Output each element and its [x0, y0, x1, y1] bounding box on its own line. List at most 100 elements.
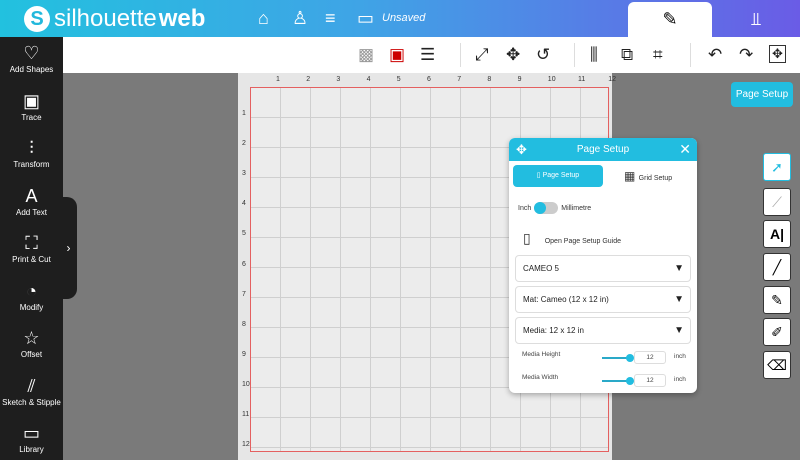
toolbar: ▩ ▣ ☰ ⤢ ✥ ↺ ⫼ ⧉ ⌗ ↶ ↷ ✥: [63, 37, 800, 73]
dialog-header[interactable]: ✥ Page Setup ✕: [509, 138, 697, 161]
sidebar-icon: ⫶: [29, 138, 34, 158]
ruler-top-label: 10: [547, 76, 556, 83]
sidebar-item-add-text[interactable]: A Add Text: [0, 186, 63, 217]
logo[interactable]: Ssilhouette web: [24, 5, 205, 33]
send-tab[interactable]: ⫫: [712, 2, 800, 37]
sidebar-label: Add Shapes: [9, 65, 54, 74]
pen-icon: ✐: [771, 324, 783, 340]
ruler-left-label: 5: [242, 230, 246, 238]
point-edit-tool[interactable]: ⟋: [763, 188, 791, 216]
ruler-top-label: 11: [578, 76, 586, 83]
tab-grid-setup[interactable]: ▦ Grid Setup: [624, 165, 694, 187]
sidebar-icon: ☆: [23, 328, 40, 348]
ruler-left-label: 4: [242, 200, 246, 208]
scale-icon[interactable]: ⤢: [475, 45, 489, 65]
ruler-top-label: 3: [336, 76, 341, 83]
page-setup-button[interactable]: Page Setup: [731, 82, 793, 107]
sidebar-item-trace[interactable]: ▣ Trace: [0, 91, 63, 122]
move-icon[interactable]: ✥: [516, 138, 527, 161]
machine-select[interactable]: CAMEO 5 ▼: [515, 255, 691, 282]
redo-icon[interactable]: ↷: [739, 45, 753, 65]
sidebar-item-sketch-stipple[interactable]: ⫽ Sketch & Stipple: [0, 376, 63, 407]
sidebar-label: Trace: [21, 112, 42, 122]
save-icon[interactable]: ▭: [357, 8, 374, 29]
ruler-left-label: 8: [242, 320, 246, 328]
menu-icon[interactable]: ≡: [325, 8, 336, 29]
ruler-top-label: 9: [517, 76, 522, 83]
sidebar-item-print-cut[interactable]: ⛶ Print & Cut: [0, 233, 63, 264]
eraser-tool[interactable]: ⌫: [763, 351, 791, 379]
user-icon[interactable]: ♙: [292, 8, 308, 29]
ruler-left-label: 12: [242, 441, 250, 449]
pen-tool[interactable]: ✎: [763, 286, 791, 314]
slider-handle[interactable]: [626, 354, 634, 362]
chevron-right-icon: ›: [66, 241, 71, 255]
text-tool[interactable]: A|: [763, 220, 791, 248]
app-header: Ssilhouette web ⌂ ♙ ≡ ▭ Unsaved ✎ ⫫: [0, 0, 800, 37]
dropdown-arrow-icon: ▼: [674, 263, 684, 274]
line-color-icon[interactable]: ▣: [389, 45, 405, 65]
sidebar-label: Library: [19, 445, 44, 454]
sidebar-label: Add Text: [16, 207, 47, 217]
fill-icon[interactable]: ▩: [358, 45, 374, 65]
unit-toggle[interactable]: Inch Millimetre: [518, 202, 591, 214]
media-width-row: Media Width 12 inch: [522, 374, 692, 388]
eraser-icon: ⌫: [767, 357, 787, 373]
sidebar-label: Offset: [20, 350, 43, 359]
unit-switch[interactable]: [534, 202, 559, 214]
ruler-top-label: 1: [276, 76, 280, 83]
freehand-tool[interactable]: ✐: [763, 318, 791, 346]
mat-select[interactable]: Mat: Cameo (12 x 12 in) ▼: [515, 286, 691, 313]
sidebar-icon: ▭: [22, 423, 40, 443]
media-select[interactable]: Media: 12 x 12 in ▼: [515, 317, 691, 344]
group-icon[interactable]: ⌗: [653, 45, 663, 65]
ruler-top-label: 2: [306, 76, 311, 83]
ruler-top-label: 6: [427, 76, 431, 83]
rotate-icon[interactable]: ↺: [536, 45, 550, 65]
close-icon[interactable]: ✕: [679, 138, 691, 161]
home-icon[interactable]: ⌂: [258, 8, 269, 29]
ruler-top-label: 7: [457, 76, 462, 83]
page-setup-dialog: ✥ Page Setup ✕ ▯ Page Setup ▦ Grid Setup I…: [509, 138, 697, 393]
pointer-icon: ➚: [771, 159, 783, 175]
sidebar-icon: A: [25, 185, 38, 206]
pencil-icon: ✎: [771, 292, 783, 308]
sidebar-label: Print & Cut: [12, 255, 51, 264]
tab-page-setup[interactable]: ▯ Page Setup: [513, 165, 603, 187]
line-style-icon[interactable]: ☰: [420, 45, 435, 65]
ruler-left-label: 6: [242, 260, 246, 268]
sidebar-item-library[interactable]: ▭ Library: [0, 423, 63, 454]
ruler-top-label: 4: [366, 76, 371, 83]
sidebar-item-add-shapes[interactable]: ♡ Add Shapes: [0, 43, 63, 74]
page-setup-guide-link[interactable]: ▯ Open Page Setup Guide: [523, 230, 621, 247]
ruler-left-label: 9: [242, 350, 246, 358]
design-tab[interactable]: ✎: [628, 2, 712, 37]
sidebar-item-transform[interactable]: ⫶ Transform: [0, 138, 63, 169]
guide-icon: ▯: [523, 230, 531, 246]
arrange-icon[interactable]: ⧉: [621, 45, 633, 65]
slider-handle[interactable]: [626, 377, 634, 385]
ruler-top-label: 5: [396, 76, 401, 83]
line-tool[interactable]: ╱: [763, 253, 791, 281]
ruler-top-label: 12: [608, 76, 616, 83]
media-width-input[interactable]: 12: [634, 374, 666, 387]
select-tool[interactable]: ➚: [763, 153, 791, 181]
sidebar-icon: ⛶: [25, 233, 38, 253]
align-icon[interactable]: ⫼: [590, 45, 598, 65]
ruler-left-label: 7: [242, 290, 246, 298]
media-height-input[interactable]: 12: [634, 351, 666, 364]
sidebar-icon: ▣: [22, 90, 40, 111]
media-height-row: Media Height 12 inch: [522, 351, 692, 365]
sidebar-item-modify[interactable]: ◔ Modify: [0, 281, 63, 312]
sidebar-icon: ◔: [26, 280, 37, 301]
node-edit-icon: ⟋: [772, 194, 782, 210]
sidebar: ♡ Add Shapes ▣ Trace ⫶ Transform A Add Text ⛶ Pri…: [0, 37, 63, 460]
sidebar-item-offset[interactable]: ☆ Offset: [0, 328, 63, 359]
ruler-left-label: 10: [242, 380, 250, 388]
sidebar-label: Modify: [19, 302, 44, 312]
move-icon[interactable]: ✥: [506, 45, 520, 65]
undo-icon[interactable]: ↶: [708, 45, 722, 65]
sidebar-label: Sketch & Stipple: [2, 397, 61, 407]
fit-icon[interactable]: ✥: [769, 45, 786, 63]
sidebar-expand-button[interactable]: ›: [60, 197, 77, 299]
